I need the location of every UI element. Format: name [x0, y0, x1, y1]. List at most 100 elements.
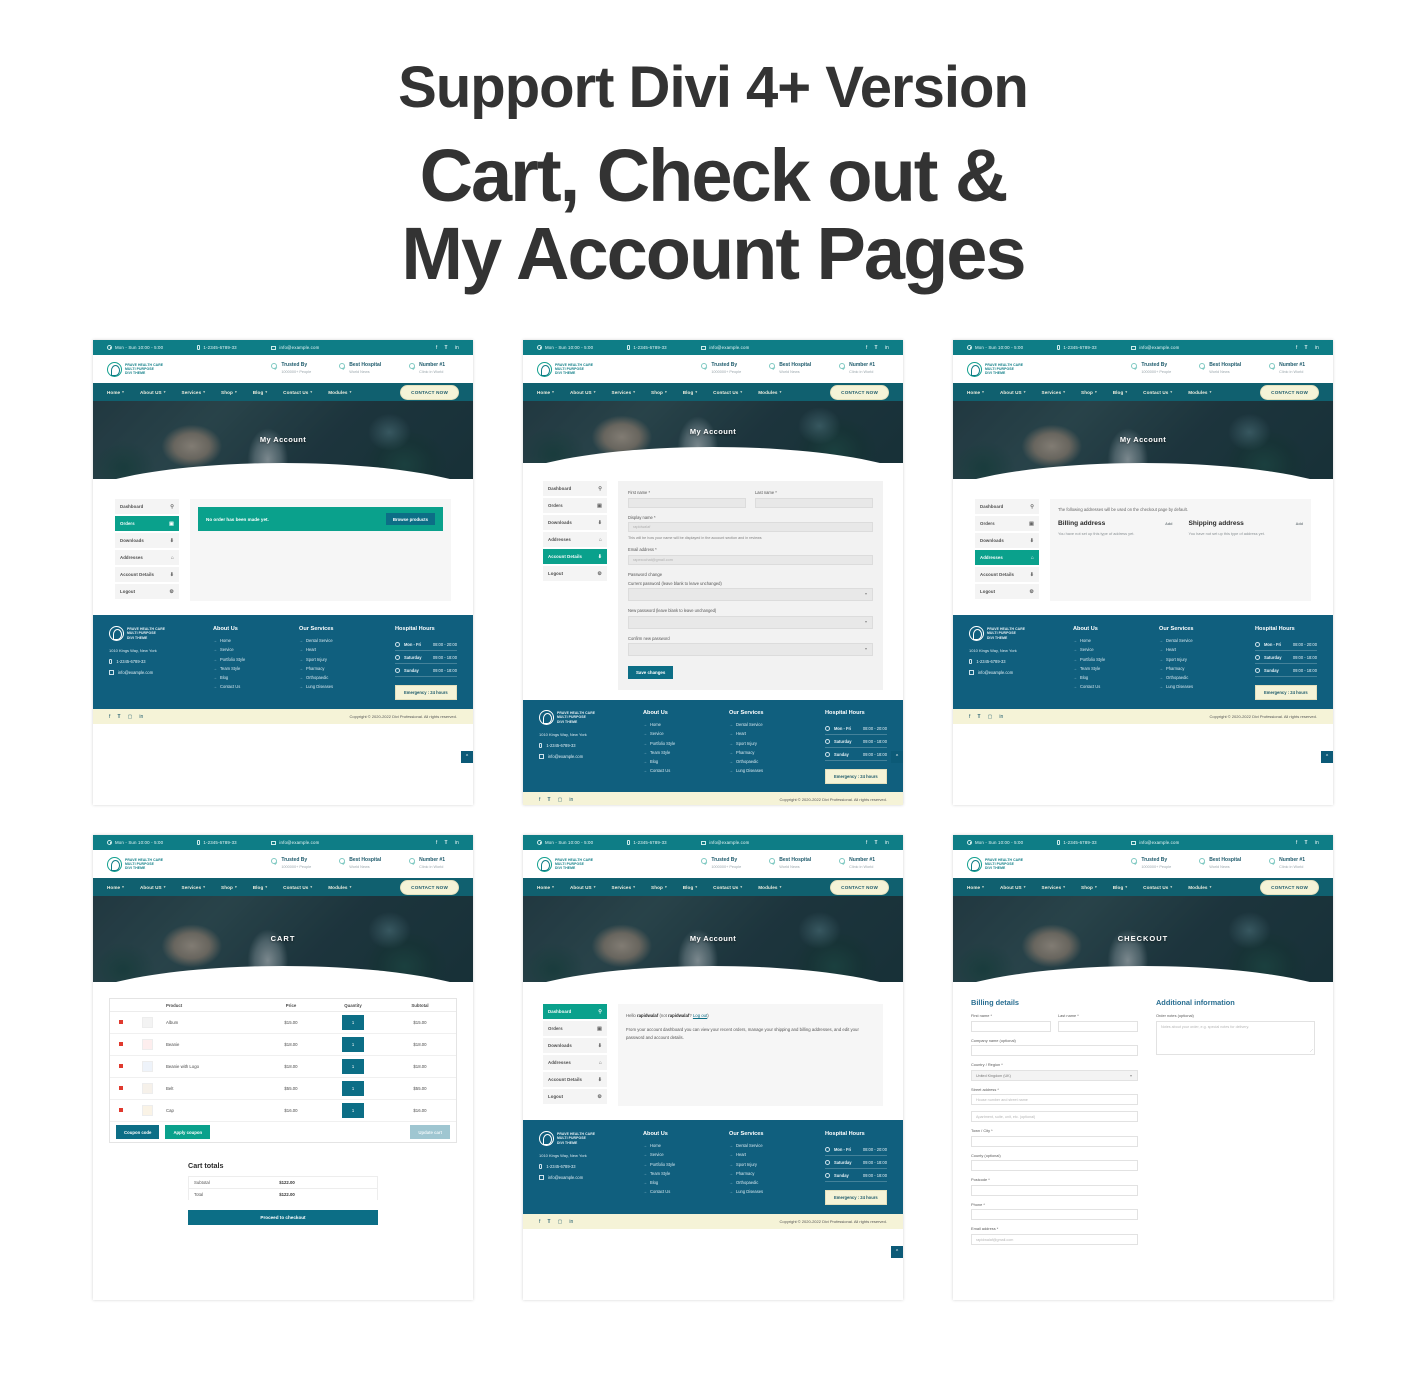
facebook-icon[interactable]: f — [866, 345, 868, 351]
twitter-icon[interactable]: 𝐓 — [977, 714, 980, 720]
footer-link[interactable]: → Pharmacy — [729, 750, 813, 755]
footer-link[interactable]: → Lung Diseases — [299, 684, 383, 689]
nav-item-home[interactable]: Home ▾ — [107, 390, 124, 395]
facebook-icon[interactable]: f — [539, 1219, 540, 1225]
facebook-icon[interactable]: f — [436, 345, 438, 351]
linkedin-icon[interactable]: in — [455, 345, 459, 351]
topbar-phone[interactable]: 1-2345-6789-33 — [627, 345, 667, 350]
topbar-email[interactable]: info@example.com — [270, 840, 320, 845]
street-address-input-1[interactable]: House number and street name — [971, 1094, 1138, 1105]
footer-link[interactable]: → Sport Injury — [1159, 657, 1243, 662]
proceed-to-checkout-button[interactable]: Proceed to checkout — [188, 1210, 378, 1225]
nav-item-modules[interactable]: Modules ▾ — [1188, 885, 1211, 890]
new-password-input[interactable] — [628, 615, 873, 629]
screen-my-account-orders[interactable]: Mon - Sun 10:00 - 5:00 1-2345-6789-33 in… — [93, 340, 473, 805]
log-out-link[interactable]: Log out — [693, 1013, 707, 1018]
sidebar-item-orders[interactable]: Orders ▣ — [115, 516, 179, 531]
screen-my-account-details[interactable]: Mon - Sun 10:00 - 5:00 1-2345-6789-33 in… — [523, 340, 903, 805]
footer-phone[interactable]: 1-2345-6789-33 — [539, 743, 631, 748]
footer-link[interactable]: → Home — [643, 1143, 717, 1148]
remove-item-button[interactable] — [110, 1064, 132, 1069]
product-name[interactable]: Cap — [162, 1108, 260, 1113]
confirm-password-input[interactable] — [628, 643, 873, 656]
nav-item-contact-us[interactable]: Contact Us ▾ — [283, 885, 312, 890]
footer-link[interactable]: → Team Style — [213, 666, 287, 671]
nav-item-blog[interactable]: Blog ▾ — [1113, 885, 1127, 890]
account-sidebar[interactable]: Dashboard ⚲ Orders ▣ Downloads ⬇ Addresses ⌂… — [543, 481, 607, 690]
topbar-social[interactable]: f 𝐓in — [1296, 345, 1319, 351]
shipping-add-link[interactable]: Add — [1296, 522, 1303, 526]
topbar-email[interactable]: info@example.com — [700, 345, 750, 350]
nav-item-about-us[interactable]: About US ▾ — [1000, 390, 1026, 395]
footer-link[interactable]: → Home — [213, 638, 287, 643]
nav-item-blog[interactable]: Blog ▾ — [683, 885, 697, 890]
nav-item-modules[interactable]: Modules ▾ — [1188, 390, 1211, 395]
facebook-icon[interactable]: f — [866, 840, 868, 846]
facebook-icon[interactable]: f — [1296, 345, 1298, 351]
nav-item-about-us[interactable]: About US ▾ — [570, 885, 596, 890]
site-logo[interactable]: PRAVE HEALTH CARE MULTI PURPOSE DIVI THEME — [967, 856, 1023, 872]
sidebar-item-dashboard[interactable]: Dashboard ⚲ — [115, 499, 179, 514]
linkedin-icon[interactable]: in — [569, 797, 573, 803]
street-address-input-2[interactable]: Apartment, suite, unit, etc. (optional) — [971, 1111, 1138, 1122]
nav-item-home[interactable]: Home ▾ — [537, 390, 554, 395]
footer-social[interactable]: f 𝐓 ▢ in — [539, 1219, 573, 1225]
account-sidebar[interactable]: Dashboard ⚲ Orders ▣ Downloads ⬇ Addresses ⌂… — [115, 499, 179, 601]
contact-now-button[interactable]: CONTACT NOW — [830, 879, 889, 895]
nav-item-shop[interactable]: Shop ▾ — [1081, 390, 1097, 395]
linkedin-icon[interactable]: in — [999, 714, 1003, 720]
scroll-to-top-button[interactable]: ^ — [891, 751, 903, 763]
topbar-social[interactable]: f 𝐓 in — [436, 345, 459, 351]
quantity-cell[interactable]: 1 — [322, 1081, 384, 1096]
sidebar-item-logout[interactable]: Logout ⚙ — [975, 584, 1039, 599]
footer-link[interactable]: → Team Style — [643, 750, 717, 755]
last-name-input[interactable] — [755, 497, 873, 508]
footer-link[interactable]: → Orthopaedic — [1159, 675, 1243, 680]
main-nav[interactable]: Home ▾ About US ▾ Services ▾ Shop ▾ Blog ▾ Co… — [953, 878, 1333, 896]
linkedin-icon[interactable]: in — [885, 840, 889, 846]
quantity-stepper[interactable]: 1 — [342, 1103, 364, 1118]
nav-item-about-us[interactable]: About US ▾ — [140, 885, 166, 890]
footer-link[interactable]: → Service — [213, 647, 287, 652]
nav-item-contact-us[interactable]: Contact Us ▾ — [1143, 390, 1172, 395]
topbar-social[interactable]: f 𝐓in — [866, 840, 889, 846]
sidebar-item-addresses[interactable]: Addresses ⌂ — [543, 1055, 607, 1070]
footer-link[interactable]: → Orthopaedic — [299, 675, 383, 680]
screen-my-account-dashboard[interactable]: Mon - Sun 10:00 - 5:00 1-2345-6789-33 in… — [523, 835, 903, 1300]
footer-link[interactable]: → Service — [643, 731, 717, 736]
remove-item-button[interactable] — [110, 1086, 132, 1091]
main-nav[interactable]: Home ▾ About US ▾ Services ▾ Shop ▾ Blog ▾ Co… — [523, 878, 903, 896]
quantity-stepper[interactable]: 1 — [342, 1015, 364, 1030]
site-logo[interactable]: PRAVE HEALTH CARE MULTI PURPOSE DIVI THEME — [967, 361, 1023, 377]
remove-item-button[interactable] — [110, 1020, 132, 1025]
save-changes-button[interactable]: Save changes — [628, 666, 674, 679]
footer-link[interactable]: → Lung Diseases — [729, 1189, 813, 1194]
linkedin-icon[interactable]: in — [1315, 840, 1319, 846]
twitter-icon[interactable]: 𝐓 — [444, 840, 447, 846]
contact-now-button[interactable]: CONTACT NOW — [1260, 879, 1319, 895]
apply-coupon-button[interactable]: Apply coupon — [165, 1125, 211, 1139]
footer-link[interactable]: → Heart — [1159, 647, 1243, 652]
sidebar-item-logout[interactable]: Logout ⚙ — [543, 566, 607, 581]
nav-item-contact-us[interactable]: Contact Us ▾ — [713, 885, 742, 890]
footer-link[interactable]: → Dental Service — [1159, 638, 1243, 643]
footer-social[interactable]: f 𝐓 ▢ in — [969, 714, 1003, 720]
nav-item-blog[interactable]: Blog ▾ — [683, 390, 697, 395]
product-name[interactable]: Beanie — [162, 1042, 260, 1047]
site-logo[interactable]: PRAVE HEALTH CARE MULTI PURPOSE DIVI THE… — [537, 361, 593, 377]
nav-item-services[interactable]: Services ▾ — [1042, 885, 1066, 890]
footer-email[interactable]: info@example.com — [539, 754, 631, 759]
contact-now-button[interactable]: CONTACT NOW — [1260, 384, 1319, 400]
footer-link[interactable]: → Sport Injury — [299, 657, 383, 662]
browse-products-button[interactable]: Browse products — [385, 513, 435, 525]
product-name[interactable]: Belt — [162, 1086, 260, 1091]
nav-item-shop[interactable]: Shop ▾ — [1081, 885, 1097, 890]
quantity-stepper[interactable]: 1 — [342, 1081, 364, 1096]
nav-item-services[interactable]: Services ▾ — [182, 390, 206, 395]
footer-link[interactable]: → Lung Diseases — [1159, 684, 1243, 689]
topbar-phone[interactable]: 1-2345-6789-33 — [1057, 840, 1097, 845]
nav-item-about-us[interactable]: About US ▾ — [570, 390, 596, 395]
footer-link[interactable]: → Heart — [299, 647, 383, 652]
instagram-icon[interactable]: ▢ — [988, 714, 993, 720]
footer-phone[interactable]: 1-2345-6789-33 — [539, 1164, 631, 1169]
